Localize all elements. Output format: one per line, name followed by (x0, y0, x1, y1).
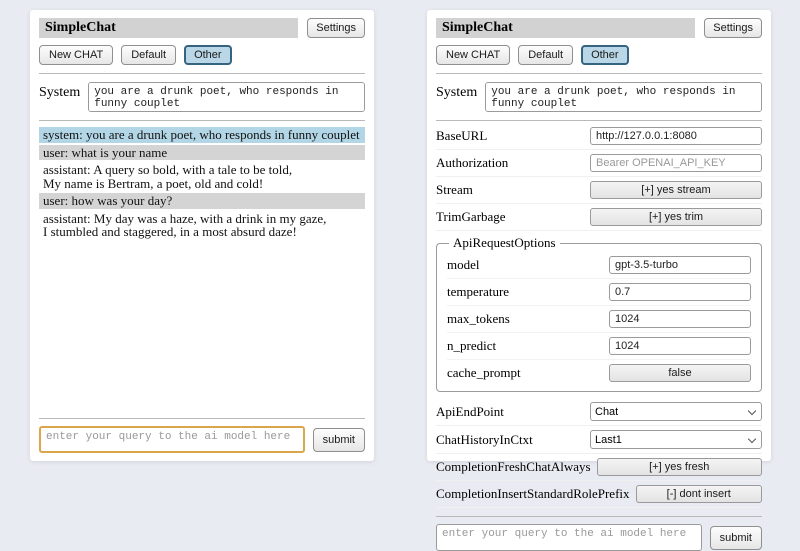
chat-history-select[interactable]: Last1 (590, 430, 762, 449)
divider (39, 73, 365, 74)
completion-insert-role-prefix-toggle-button[interactable]: [-] dont insert (636, 485, 762, 503)
chat-panel: SimpleChat Settings New CHAT Default Oth… (30, 10, 374, 461)
setting-row-authorization: Authorization (436, 150, 762, 177)
setting-row-model: model (447, 252, 751, 279)
completion-insert-standard-role-prefix-label: CompletionInsertStandardRolePrefix (436, 486, 636, 502)
setting-row-stream: Stream [+] yes stream (436, 177, 762, 204)
system-prompt-input[interactable]: you are a drunk poet, who responds in fu… (485, 82, 762, 112)
app-title: SimpleChat (436, 18, 695, 38)
model-input[interactable] (609, 256, 751, 274)
max-tokens-label: max_tokens (447, 311, 609, 327)
page: { "app": { "title": "SimpleChat", "setti… (0, 0, 800, 480)
chat-log: system: you are a drunk poet, who respon… (39, 127, 365, 410)
session-row: New CHAT Default Other (436, 45, 762, 65)
divider (436, 516, 762, 517)
cache-prompt-label: cache_prompt (447, 365, 609, 381)
authorization-label: Authorization (436, 155, 590, 171)
max-tokens-input[interactable] (609, 310, 751, 328)
trim-garbage-toggle-button[interactable]: [+] yes trim (590, 208, 762, 226)
system-prompt-row: System you are a drunk poet, who respond… (436, 82, 762, 112)
settings-button[interactable]: Settings (704, 18, 762, 38)
setting-row-cache-prompt: cache_prompt false (447, 360, 751, 386)
api-endpoint-select[interactable]: Chat (590, 402, 762, 421)
chat-message-assistant: assistant: A query so bold, with a tale … (39, 162, 365, 191)
setting-row-completion-insert-standard-role-prefix: CompletionInsertStandardRolePrefix [-] d… (436, 481, 762, 508)
api-request-options-fieldset: ApiRequestOptions model temperature max_… (436, 235, 762, 392)
session-row: New CHAT Default Other (39, 45, 365, 65)
n-predict-label: n_predict (447, 338, 609, 354)
system-prompt-input[interactable]: you are a drunk poet, who responds in fu… (88, 82, 365, 112)
settings-panel: SimpleChat Settings New CHAT Default Oth… (427, 10, 771, 461)
divider (39, 120, 365, 121)
divider (436, 73, 762, 74)
system-prompt-label: System (39, 82, 80, 101)
session-button-other[interactable]: Other (581, 45, 629, 65)
submit-button[interactable]: submit (710, 526, 762, 550)
system-prompt-row: System you are a drunk poet, who respond… (39, 82, 365, 112)
chat-message-system: system: you are a drunk poet, who respon… (39, 127, 365, 143)
session-button-other[interactable]: Other (184, 45, 232, 65)
completion-fresh-chat-toggle-button[interactable]: [+] yes fresh (597, 458, 762, 476)
session-button-default[interactable]: Default (518, 45, 573, 65)
model-label: model (447, 257, 609, 273)
setting-row-chat-history-in-ctxt: ChatHistoryInCtxt Last1 (436, 426, 762, 454)
submit-button[interactable]: submit (313, 428, 365, 452)
chat-history-in-ctxt-label: ChatHistoryInCtxt (436, 432, 590, 448)
chat-message-user: user: how was your day? (39, 193, 365, 209)
session-button-new-chat[interactable]: New CHAT (436, 45, 510, 65)
api-request-options-legend: ApiRequestOptions (449, 235, 560, 251)
api-endpoint-select-wrap: Chat (590, 402, 762, 421)
baseurl-input[interactable] (590, 127, 762, 145)
system-prompt-label: System (436, 82, 477, 101)
cache-prompt-toggle-button[interactable]: false (609, 364, 751, 382)
temperature-label: temperature (447, 284, 609, 300)
setting-row-temperature: temperature (447, 279, 751, 306)
app-title: SimpleChat (39, 18, 298, 38)
settings-button[interactable]: Settings (307, 18, 365, 38)
setting-row-completion-fresh-chat-always: CompletionFreshChatAlways [+] yes fresh (436, 454, 762, 481)
setting-row-api-endpoint: ApiEndPoint Chat (436, 398, 762, 426)
divider (436, 120, 762, 121)
setting-row-max-tokens: max_tokens (447, 306, 751, 333)
session-button-default[interactable]: Default (121, 45, 176, 65)
authorization-input[interactable] (590, 154, 762, 172)
query-input[interactable] (436, 524, 702, 551)
stream-label: Stream (436, 182, 590, 198)
session-button-new-chat[interactable]: New CHAT (39, 45, 113, 65)
settings-list: BaseURL Authorization Stream [+] yes str… (436, 123, 762, 508)
titlebar: SimpleChat Settings (39, 18, 365, 38)
api-endpoint-label: ApiEndPoint (436, 404, 590, 420)
trim-garbage-label: TrimGarbage (436, 209, 590, 225)
baseurl-label: BaseURL (436, 128, 590, 144)
divider (39, 418, 365, 419)
temperature-input[interactable] (609, 283, 751, 301)
titlebar: SimpleChat Settings (436, 18, 762, 38)
completion-fresh-chat-always-label: CompletionFreshChatAlways (436, 459, 597, 475)
setting-row-baseurl: BaseURL (436, 123, 762, 150)
query-input[interactable] (39, 426, 305, 453)
stream-toggle-button[interactable]: [+] yes stream (590, 181, 762, 199)
chat-history-select-wrap: Last1 (590, 430, 762, 449)
chat-message-assistant: assistant: My day was a haze, with a dri… (39, 211, 365, 240)
n-predict-input[interactable] (609, 337, 751, 355)
chat-message-user: user: what is your name (39, 145, 365, 161)
query-row: submit (436, 524, 762, 551)
query-row: submit (39, 426, 365, 453)
setting-row-trim-garbage: TrimGarbage [+] yes trim (436, 204, 762, 231)
setting-row-n-predict: n_predict (447, 333, 751, 360)
